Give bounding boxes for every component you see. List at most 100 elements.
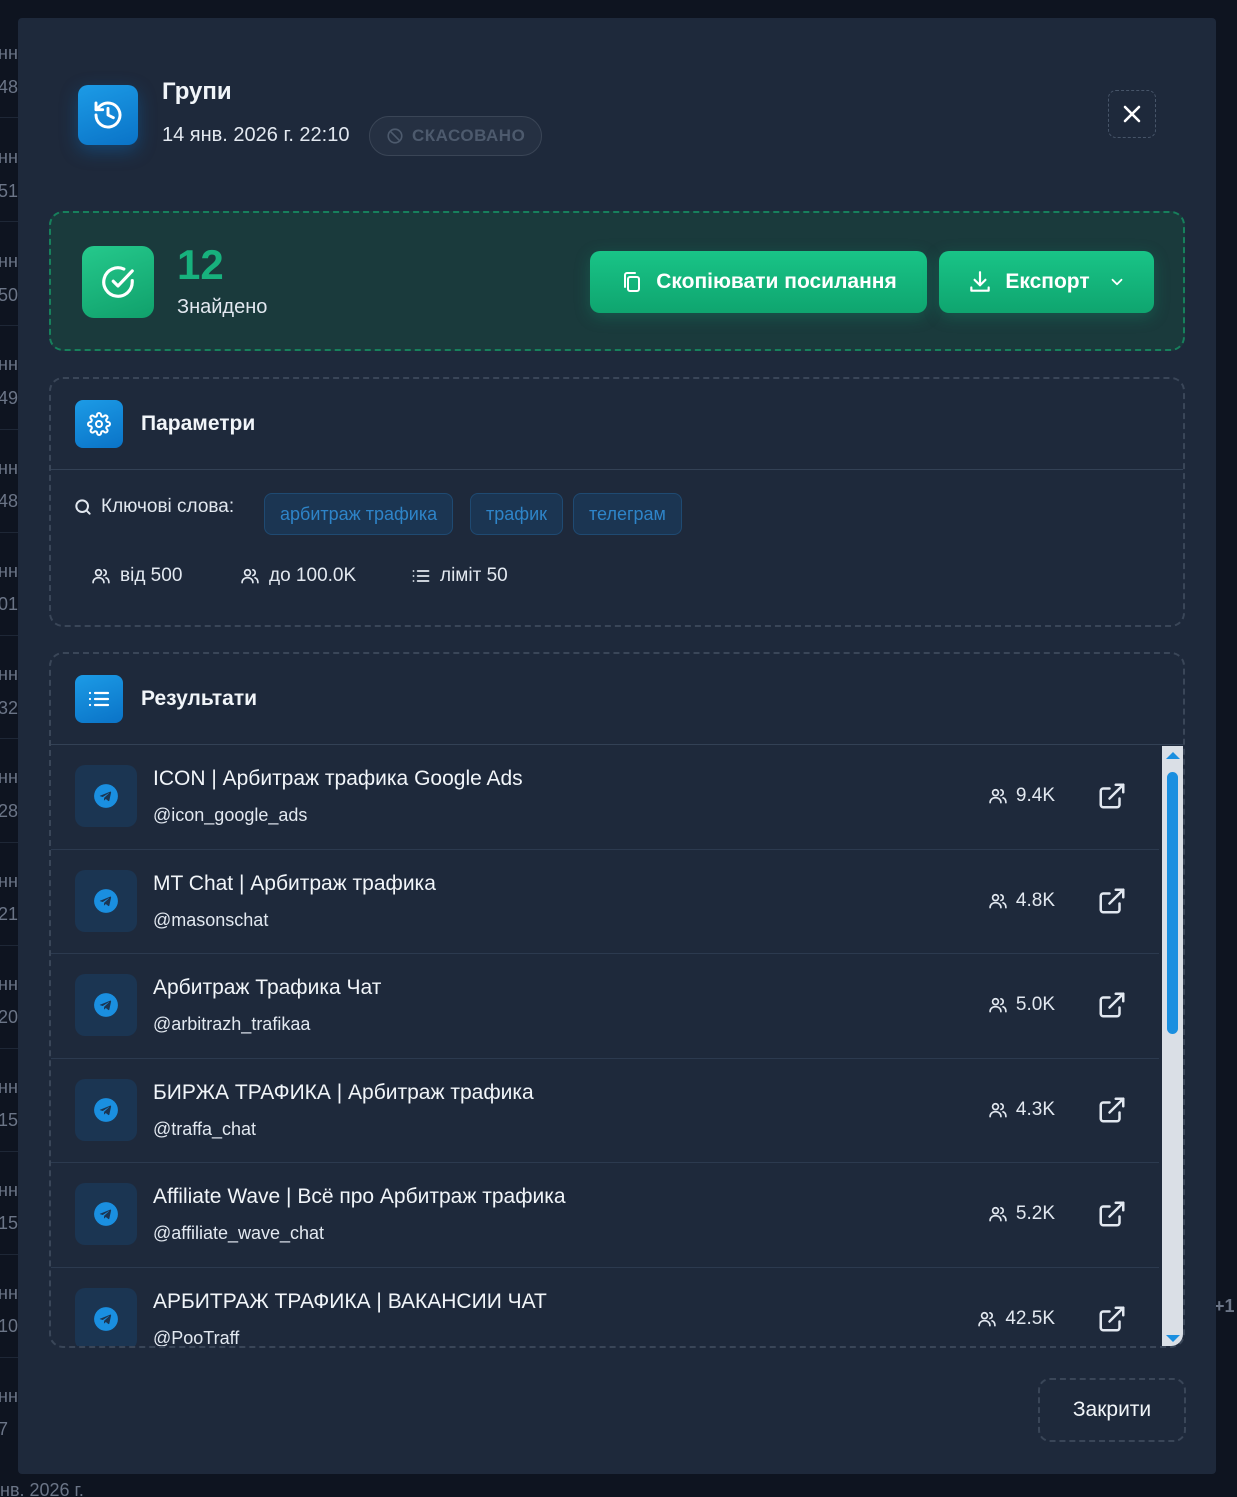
result-handle: @PooTraff [153,1327,240,1348]
result-handle: @icon_google_ads [153,805,308,825]
min-members-text: від 500 [120,565,183,586]
telegram-icon [75,765,137,827]
background-text: 48 [0,491,19,511]
background-text: нн [0,767,18,787]
member-count-text: 4.3K [1015,1098,1055,1120]
result-row[interactable]: Арбитраж Трафика Чат @arbitrazh_trafikaa… [51,954,1159,1059]
group-search-modal: Групи 14 янв. 2026 г. 22:10 СКАСОВАНО 12… [18,18,1216,1474]
limit-text: ліміт 50 [440,565,508,586]
ban-icon [387,128,403,144]
max-members-param: до 100.0K [240,565,356,587]
close-button[interactable]: Закрити [1038,1378,1186,1442]
result-handle: @masonschat [153,909,269,930]
background-text: 01 [0,594,19,614]
result-row[interactable]: ICON | Арбитраж трафика Google Ads @icon… [51,745,1159,850]
background-text: нв. 2026 г. [0,1480,84,1497]
status-badge: СКАСОВАНО [369,116,543,156]
result-row[interactable]: MT Chat | Арбитраж трафика @masonschat 4… [51,850,1159,955]
background-text: нн [0,43,18,63]
found-count: 12 [177,241,224,288]
close-icon-button[interactable] [1108,90,1156,138]
search-date: 14 янв. 2026 г. 22:10 [162,124,350,146]
limit-param: ліміт 50 [411,565,508,587]
member-count: 4.3K [988,1099,1055,1121]
result-handle: @traffa_chat [153,1118,256,1139]
users-icon [92,568,110,584]
telegram-icon [75,1078,137,1141]
background-text: 7 [0,1419,9,1439]
modal-title: Групи [162,78,232,105]
result-handle: @affiliate_wave_chat [153,1223,325,1244]
background-text: нн [0,251,18,271]
results-title: Результати [141,687,258,710]
result-title: АРБИТРАЖ ТРАФИКА | ВАКАНСИИ ЧАТ [153,1289,547,1313]
parameters-title: Параметри [141,412,256,435]
download-icon [970,271,991,292]
scroll-up-arrow[interactable] [1166,752,1180,759]
member-count: 5.2K [988,1203,1055,1225]
check-circle-icon [82,246,154,318]
results-list: ICON | Арбитраж трафика Google Ads @icon… [51,745,1159,1348]
result-title: ICON | Арбитраж трафика Google Ads [153,767,523,790]
copy-icon [624,272,641,292]
list-icon [75,675,123,723]
users-icon [989,1102,1007,1118]
background-text: нн [0,458,18,478]
status-text: СКАСОВАНО [412,126,526,145]
divider [51,469,1183,470]
background-text: 20 [0,1007,19,1027]
parameters-section: Параметри Ключові слова: арбитраж трафик… [49,377,1185,627]
found-label: Знайдено [177,296,268,318]
background-text: 51 [0,181,19,201]
scroll-down-arrow[interactable] [1166,1335,1180,1342]
background-text: 49 [0,388,19,408]
background-text: 28 [0,801,19,821]
keyword-chip: телеграм [573,493,682,535]
result-row[interactable]: Affiliate Wave | Всё про Арбитраж трафик… [51,1163,1159,1268]
background-text: нн [0,974,18,994]
external-link-icon[interactable] [1097,990,1127,1020]
copy-links-button[interactable]: Скопіювати посилання [590,251,927,313]
background-text: нн [0,147,18,167]
member-count: 42.5K [977,1308,1055,1330]
history-icon [78,85,138,145]
users-icon [989,788,1007,804]
member-count: 9.4K [988,785,1055,807]
users-icon [989,998,1007,1013]
external-link-icon[interactable] [1097,886,1127,916]
member-count-text: 5.2K [1015,1203,1055,1225]
search-icon [75,499,91,515]
member-count: 4.8K [988,890,1055,912]
background-text: нн [0,561,18,581]
export-button[interactable]: Експорт [939,251,1154,313]
telegram-icon [75,869,137,932]
telegram-icon [75,1183,137,1246]
external-link-icon[interactable] [1097,781,1127,811]
background-text: 10 [0,1316,19,1336]
external-link-icon[interactable] [1097,1095,1127,1125]
result-row[interactable]: БИРЖА ТРАФИКА | Арбитраж трафика @traffa… [51,1059,1159,1164]
copy-links-label: Скопіювати посилання [656,270,897,293]
telegram-icon [75,1287,137,1346]
member-count-text: 4.8K [1015,889,1055,911]
member-count-text: 9.4K [1015,785,1055,806]
result-row[interactable]: АРБИТРАЖ ТРАФИКА | ВАКАНСИИ ЧАТ @PooTraf… [51,1268,1159,1348]
background-text: нн [0,871,18,891]
external-link-icon[interactable] [1097,1304,1127,1334]
background-text: нн [0,1077,18,1097]
result-title: MT Chat | Арбитраж трафика [153,871,436,895]
external-link-icon[interactable] [1097,1199,1127,1229]
background-page-edge: нн 48 нн 51 нн 50 нн 49 нн 48 нн 01 нн 3… [0,0,18,1497]
scrollbar-thumb[interactable] [1167,772,1178,1034]
gear-icon [75,400,123,448]
keyword-chip: арбитраж трафика [264,493,454,535]
background-text: +1 [1214,1296,1235,1316]
found-summary-card: 12 Знайдено Скопіювати посилання Експорт [49,211,1185,351]
keywords-label-text: Ключові слова: [101,496,235,517]
background-text: 48 [0,77,19,97]
results-scrollbar[interactable] [1162,746,1183,1346]
chevron-down-icon [1111,278,1123,286]
background-text: 15 [0,1213,19,1233]
max-members-text: до 100.0K [269,565,357,586]
member-count: 5.0K [988,994,1055,1016]
